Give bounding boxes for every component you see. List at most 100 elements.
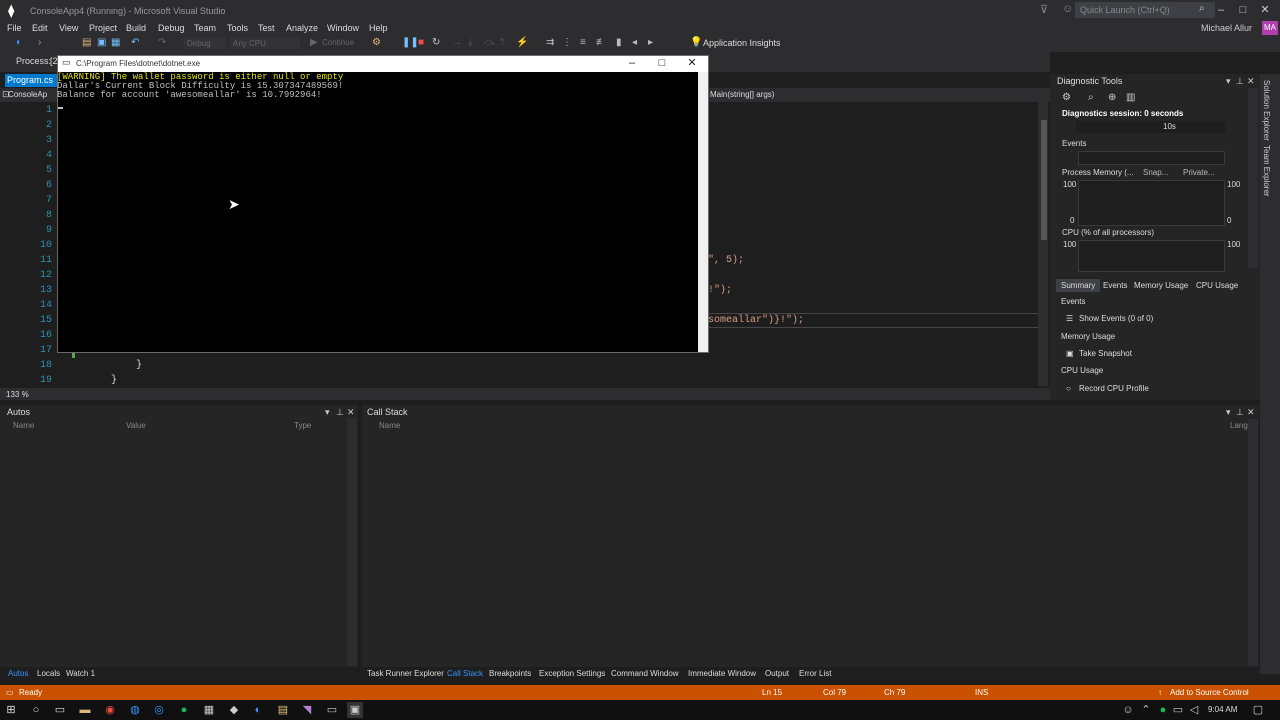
chrome-icon[interactable]: ◉ [102,702,118,718]
app-icon[interactable]: ◆ [226,702,242,718]
solution-explorer-tab[interactable]: Solution Explorer [1262,80,1271,141]
autos-close-icon[interactable]: ✕ [347,407,355,418]
menu-analyze[interactable]: Analyze [286,23,318,33]
menu-debug[interactable]: Debug [158,23,185,33]
volume-icon[interactable]: ◁ [1186,702,1202,718]
tab-output[interactable]: Output [765,669,789,678]
attach-icon[interactable]: ⚙ [372,37,381,48]
cortana-icon[interactable]: ○ [28,702,44,718]
spotify-icon[interactable]: ● [176,702,192,718]
restart-icon[interactable]: ↻ [432,37,440,48]
tab-error-list[interactable]: Error List [799,669,831,678]
menu-build[interactable]: Build [126,23,146,33]
notepad-icon[interactable]: ▤ [275,702,291,718]
menu-tools[interactable]: Tools [227,23,248,33]
save-icon[interactable]: ▣ [97,37,106,48]
take-snapshot-button[interactable]: Take Snapshot [1079,349,1132,358]
tab-call-stack[interactable]: Call Stack [447,669,483,678]
windows-start-icon[interactable]: ⊞ [3,702,19,718]
calculator-icon[interactable]: ▦ [201,702,217,718]
undo-icon[interactable]: ↶ [131,37,139,48]
editor-scroll-thumb[interactable] [1041,120,1047,240]
tab-immediate-window[interactable]: Immediate Window [688,669,756,678]
callstack-col-lang[interactable]: Lang [1230,421,1248,430]
tray-arrow-icon[interactable]: ⌃ [1138,702,1154,718]
timeline-ruler[interactable] [1076,121,1226,133]
threads-icon[interactable]: ⇉ [546,37,554,48]
callstack-close-icon[interactable]: ✕ [1247,407,1255,418]
menu-test[interactable]: Test [258,23,275,33]
menu-project[interactable]: Project [89,23,117,33]
bookmark-icon[interactable]: ▮ [616,37,622,48]
file-explorer-icon[interactable]: ▬ [77,702,93,718]
config-select[interactable]: Debug [184,38,226,49]
add-to-source-control-button[interactable]: Add to Source Control [1170,688,1249,697]
quick-launch-input[interactable]: Quick Launch (Ctrl+Q) [1075,2,1215,18]
autos-col-name[interactable]: Name [13,421,34,430]
autos-scrollbar[interactable] [347,419,357,666]
tab-summary[interactable]: Summary [1061,281,1095,290]
autos-dropdown-icon[interactable]: ▾ [325,407,330,418]
forward-icon[interactable]: › [38,37,41,48]
tab-command-window[interactable]: Command Window [611,669,679,678]
tab-breakpoints[interactable]: Breakpoints [489,669,531,678]
browser-icon[interactable]: ◎ [151,702,167,718]
console-close-button[interactable]: ✕ [678,56,706,70]
platform-select[interactable]: Any CPU [230,38,300,49]
team-explorer-tab[interactable]: Team Explorer [1262,145,1271,197]
diagnostics-scrollbar[interactable] [1248,88,1258,268]
feedback-icon[interactable]: ☺ [1062,3,1073,15]
tab-exception-settings[interactable]: Exception Settings [539,669,605,678]
hot-reload-icon[interactable]: ⚡ [516,37,528,48]
continue-icon[interactable]: ▶ [310,37,318,48]
prev-bookmark-icon[interactable]: ◂ [632,37,637,48]
tray-app-icon[interactable]: ● [1155,702,1171,718]
app-icon-2[interactable]: ◐ [250,702,266,718]
search-icon[interactable]: ⌕ [1199,3,1205,14]
tab-program-cs[interactable]: Program.cs [5,74,57,87]
pin-icon[interactable]: ⊥ [1236,76,1244,87]
step-over-icon[interactable]: ⤼ [484,37,495,48]
autos-col-value[interactable]: Value [126,421,146,430]
save-all-icon[interactable]: ▦ [111,37,120,48]
menu-window[interactable]: Window [327,23,359,33]
continue-button[interactable]: Continue [322,38,354,47]
reset-zoom-icon[interactable]: ▥ [1126,92,1135,103]
user-name[interactable]: Michael Allur [1201,23,1252,33]
menu-view[interactable]: View [59,23,78,33]
select-tools-icon[interactable]: ⌕ [1088,92,1094,103]
show-events-link[interactable]: Show Events (0 of 0) [1079,314,1153,323]
terminal-taskbar-icon[interactable]: ▭ [324,702,340,718]
tab-locals[interactable]: Locals [37,669,60,678]
project-dropdown[interactable]: ConsoleAp [8,90,47,99]
console-scrollbar[interactable] [698,72,708,352]
avatar[interactable]: MA [1262,21,1278,35]
tab-task-runner-explorer[interactable]: Task Runner Explorer [367,669,444,678]
callstack-pin-icon[interactable]: ⊥ [1236,407,1244,418]
callstack-scrollbar[interactable] [1248,419,1258,666]
stop-icon[interactable]: ■ [418,37,424,48]
record-cpu-profile-button[interactable]: Record CPU Profile [1079,384,1149,393]
back-icon[interactable]: ◐ [16,37,22,48]
settings-icon[interactable]: ⚙ [1062,92,1071,103]
autos-col-type[interactable]: Type [294,421,311,430]
visual-studio-taskbar-icon[interactable]: ◥ [299,702,315,718]
pause-icon[interactable]: ❚❚ [402,37,419,48]
next-bookmark-icon[interactable]: ▸ [648,37,653,48]
autos-pin-icon[interactable]: ⊥ [336,407,344,418]
step-into-icon[interactable]: ⤓ [468,37,472,48]
panel-close-icon[interactable]: ✕ [1247,76,1255,87]
edge-icon[interactable]: ◍ [127,702,143,718]
menu-help[interactable]: Help [369,23,388,33]
tab-autos[interactable]: Autos [8,669,28,678]
clock[interactable]: 9:04 AM [1208,705,1237,714]
task-view-icon[interactable]: ▭ [52,702,68,718]
console-minimize-button[interactable]: – [618,56,646,70]
redo-icon[interactable]: ↷ [158,37,166,48]
comment-icon[interactable]: ≡ [580,37,586,48]
panel-dropdown-icon[interactable]: ▾ [1226,76,1231,87]
stack-frame-icon[interactable]: ⋮ [562,37,572,48]
tab-memory-usage[interactable]: Memory Usage [1134,281,1188,290]
menu-file[interactable]: File [7,23,22,33]
people-icon[interactable]: ☺ [1120,702,1136,718]
